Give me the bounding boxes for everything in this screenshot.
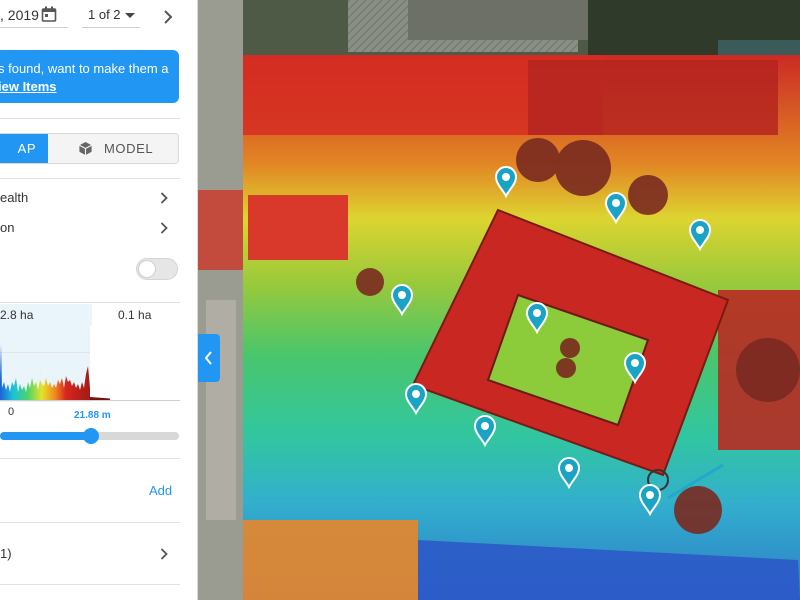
notification-banner: s found, want to make them a iew Items (0, 50, 179, 103)
date-field[interactable]: , 2019 (0, 4, 68, 28)
threshold-value: 21.88 m (74, 410, 111, 421)
add-annotation-link[interactable]: Add (149, 483, 172, 498)
elevation-building (248, 195, 348, 260)
area-summary: 2.8 ha 0.1 ha (0, 304, 180, 402)
aerial-building (408, 0, 588, 40)
list-item[interactable]: 1) (0, 541, 197, 567)
page-select[interactable]: 1 of 2 (82, 4, 140, 28)
divider (0, 584, 180, 585)
collapse-panel-button[interactable] (198, 334, 220, 382)
area-remaining: 0.1 ha (118, 308, 152, 322)
cube-icon (79, 141, 92, 156)
map-view[interactable] (198, 0, 800, 600)
area-selected: 2.8 ha (0, 308, 34, 322)
aerial-roof (198, 190, 243, 270)
layer-item-elevation[interactable]: on (0, 214, 197, 242)
tab-map[interactable]: AP (0, 134, 48, 163)
histogram-axis-zero: 0 (8, 406, 15, 418)
caret-down-icon (125, 13, 135, 18)
elevation-high-zone (528, 60, 778, 135)
aerial-yard (206, 300, 236, 520)
page-select-value: 1 of 2 (88, 7, 121, 22)
layer-item-label: ealth (0, 190, 29, 205)
layer-toggle-switch[interactable] (136, 258, 178, 280)
side-panel: , 2019 1 of 2 s found, want to make them… (0, 0, 198, 600)
elevation-building (243, 520, 418, 600)
divider (0, 302, 180, 303)
slider-thumb[interactable] (83, 428, 99, 444)
chevron-left-icon (204, 351, 212, 365)
chevron-right-icon (160, 548, 168, 560)
chevron-right-icon (160, 222, 168, 234)
view-items-link[interactable]: iew Items (0, 78, 179, 96)
tab-model-label: MODEL (104, 141, 154, 156)
layer-item-label: on (0, 220, 15, 235)
histogram-axis (0, 400, 180, 401)
divider (0, 522, 180, 523)
banner-text: s found, want to make them a (0, 61, 169, 76)
calendar-icon[interactable] (41, 6, 57, 22)
tab-model[interactable]: MODEL (48, 134, 178, 163)
layer-item-health[interactable]: ealth (0, 184, 197, 212)
slider-fill (0, 432, 90, 440)
date-text: , 2019 (0, 7, 39, 23)
divider (0, 178, 180, 179)
chevron-right-icon[interactable] (158, 7, 178, 27)
map-canvas (198, 0, 800, 600)
divider (0, 118, 180, 119)
divider (0, 458, 180, 459)
list-item-label: 1) (0, 546, 12, 561)
chevron-right-icon (160, 192, 168, 204)
view-toggle: AP MODEL (0, 133, 179, 164)
date-toolbar: , 2019 1 of 2 (0, 0, 197, 34)
switch-knob (138, 260, 156, 278)
elevation-histogram (0, 326, 180, 401)
